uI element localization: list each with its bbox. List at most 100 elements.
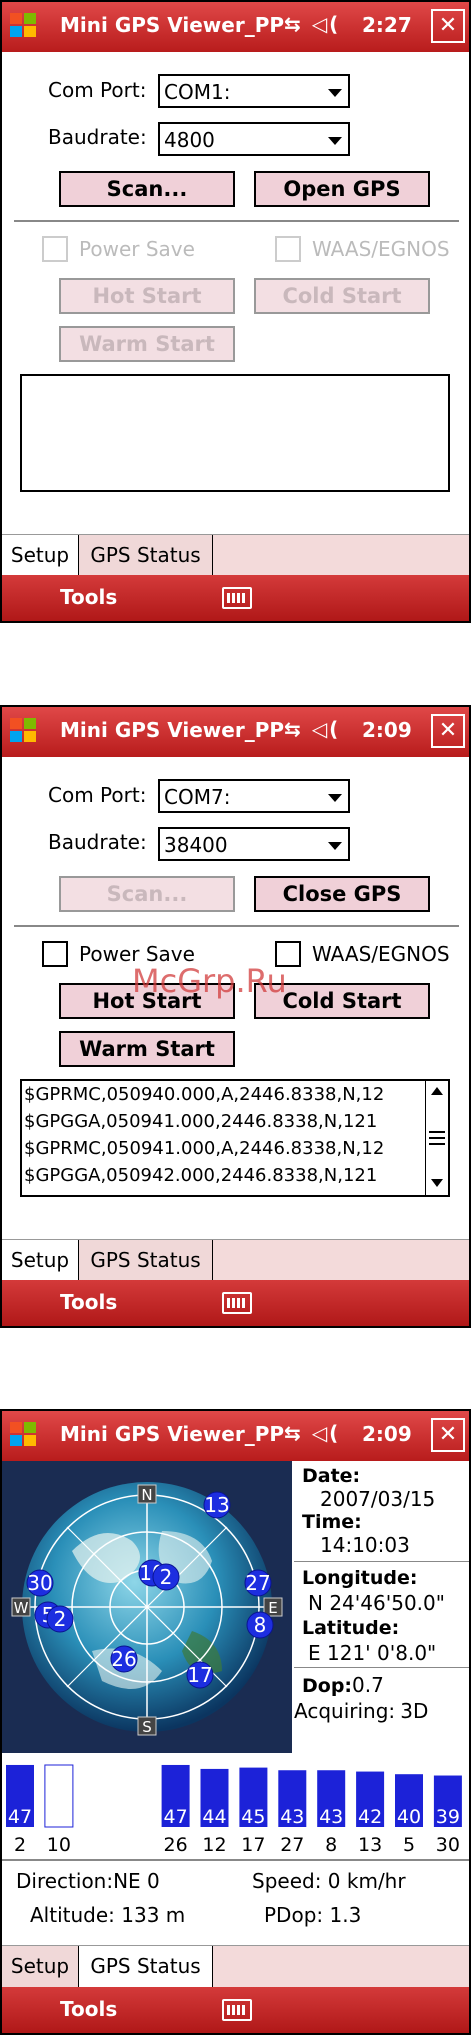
snr-prn-label: 30 [436, 1834, 460, 1856]
scrollbar-arrows-icon[interactable] [426, 1081, 448, 1195]
satellite-prn-label: 8 [254, 1613, 267, 1637]
tab-gps-status[interactable]: GPS Status [79, 535, 213, 577]
windows-start-icon[interactable] [8, 1419, 38, 1449]
log-scrollbar[interactable] [425, 1081, 448, 1195]
satellite-prn-label: 26 [111, 1647, 136, 1671]
baudrate-select[interactable]: 4800 [158, 122, 350, 156]
waas-egnos-checkbox[interactable] [275, 236, 301, 262]
snr-value-label: 47 [8, 1806, 32, 1828]
tools-menu[interactable]: Tools [60, 1997, 117, 2021]
snr-prn-label: 27 [280, 1834, 304, 1856]
close-icon[interactable]: ✕ [431, 1418, 465, 1452]
hot-start-button[interactable]: Hot Start [59, 278, 235, 314]
waas-egnos-label: WAAS/EGNOS [312, 237, 450, 261]
snr-prn-label: 13 [358, 1834, 382, 1856]
keyboard-icon[interactable] [222, 587, 252, 609]
tab-gps-status[interactable]: GPS Status [79, 1946, 213, 1988]
windows-start-icon[interactable] [8, 10, 38, 40]
chevron-down-icon[interactable] [328, 842, 342, 850]
time-label: Time: [302, 1511, 362, 1533]
longitude-value: N 24'46'50.0" [308, 1591, 445, 1615]
snr-prn-label: 17 [241, 1834, 265, 1856]
divider [294, 1561, 469, 1562]
close-gps-button[interactable]: Close GPS [254, 876, 430, 912]
chevron-down-icon[interactable] [328, 89, 342, 97]
nmea-log-box[interactable] [20, 374, 450, 492]
clock[interactable]: 2:09 [362, 1422, 412, 1446]
acquiring-label: Acquiring: [294, 1699, 396, 1723]
snr-value-label: 43 [319, 1806, 343, 1828]
snr-prn-label: 8 [325, 1834, 337, 1856]
snr-value-label: 40 [397, 1806, 421, 1828]
com-port-value: COM1: [164, 80, 231, 104]
speed-label: Speed: [252, 1869, 322, 1893]
close-icon[interactable]: ✕ [431, 9, 465, 43]
scan-button[interactable]: Scan... [59, 171, 235, 207]
date-label: Date: [302, 1465, 361, 1487]
nmea-log-box[interactable]: $GPRMC,050940.000,A,2446.8338,N,12 $GPGG… [20, 1079, 450, 1197]
keyboard-icon[interactable] [222, 1999, 252, 2021]
speed-value: 0 km/hr [327, 1869, 406, 1893]
tab-setup[interactable]: Setup [2, 535, 79, 577]
baudrate-select[interactable]: 38400 [158, 827, 350, 861]
tools-menu[interactable]: Tools [60, 1290, 117, 1314]
compass-w: W [11, 1597, 31, 1617]
sky-view: N S W E 1310230275282617 [2, 1461, 292, 1753]
date-value: 2007/03/15 [320, 1487, 436, 1511]
clock[interactable]: 2:27 [362, 13, 412, 37]
com-port-select[interactable]: COM7: [158, 779, 350, 813]
menu-bar: Tools [2, 1987, 469, 2033]
power-save-checkbox[interactable] [42, 941, 68, 967]
satellite-prn-label: 17 [187, 1663, 212, 1687]
direction-label: Direction: [16, 1869, 114, 1893]
altitude-row: Altitude: 133 m [30, 1903, 185, 1927]
direction-row: Direction:NE 0 [16, 1869, 160, 1893]
divider [2, 1859, 469, 1861]
open-gps-button[interactable]: Open GPS [254, 171, 430, 207]
com-port-select[interactable]: COM1: [158, 74, 350, 108]
snr-value-label: 47 [164, 1806, 188, 1828]
com-port-label: Com Port: [48, 783, 147, 807]
keyboard-icon[interactable] [222, 1292, 252, 1314]
chevron-down-icon[interactable] [328, 137, 342, 145]
clock[interactable]: 2:09 [362, 718, 412, 742]
satellite-snr-bars: 47 2 10 47 26 44 12 45 17 43 27 43 8 42 13 40 5 39 30 [2, 1757, 469, 1857]
svg-text:S: S [142, 1718, 152, 1736]
scan-button[interactable]: Scan... [59, 876, 235, 912]
sky-plot: N S W E 1310230275282617 [11, 1482, 283, 1736]
log-line: $GPGGA,050941.000,2446.8338,N,121 [24, 1111, 378, 1132]
satellite-prn-label: 2 [54, 1607, 67, 1631]
acquiring-value: 3D [400, 1699, 429, 1723]
screen-setup-connected: Mini GPS Viewer_PP ⇆ ◁( 2:09 ✕ Com Port:… [0, 705, 471, 1328]
tab-setup[interactable]: Setup [2, 1946, 79, 1988]
satellite-prn-label: 27 [245, 1571, 270, 1595]
satellite-prn-label: 13 [204, 1493, 229, 1517]
power-save-checkbox[interactable] [42, 236, 68, 262]
log-line: $GPRMC,050940.000,A,2446.8338,N,12 [24, 1084, 385, 1105]
svg-text:N: N [141, 1486, 152, 1504]
connectivity-volume-icons[interactable]: ⇆ ◁( [284, 1421, 340, 1445]
tab-setup[interactable]: Setup [2, 1240, 79, 1282]
connectivity-volume-icons[interactable]: ⇆ ◁( [284, 12, 340, 36]
title-bar: Mini GPS Viewer_PP ⇆ ◁( 2:09 ✕ [2, 707, 469, 757]
title-bar: Mini GPS Viewer_PP ⇆ ◁( 2:09 ✕ [2, 1411, 469, 1461]
tools-menu[interactable]: Tools [60, 585, 117, 609]
pdop-label: PDop: [264, 1903, 324, 1927]
baudrate-label: Baudrate: [48, 125, 147, 149]
baudrate-value: 4800 [164, 128, 215, 152]
warm-start-button[interactable]: Warm Start [59, 326, 235, 362]
log-line: $GPGGA,050942.000,2446.8338,N,121 [24, 1165, 378, 1186]
snr-value-label: 43 [280, 1806, 304, 1828]
warm-start-button[interactable]: Warm Start [59, 1031, 235, 1067]
screen-gps-status: Mini GPS Viewer_PP ⇆ ◁( 2:09 ✕ N S W E 1… [0, 1409, 471, 2035]
snr-value-label: 42 [358, 1806, 382, 1828]
connectivity-volume-icons[interactable]: ⇆ ◁( [284, 717, 340, 741]
cold-start-button[interactable]: Cold Start [254, 278, 430, 314]
snr-prn-label: 5 [403, 1834, 415, 1856]
snr-prn-label: 12 [202, 1834, 226, 1856]
chevron-down-icon[interactable] [328, 794, 342, 802]
direction-value: NE 0 [113, 1869, 160, 1893]
tab-gps-status[interactable]: GPS Status [79, 1240, 213, 1282]
windows-start-icon[interactable] [8, 715, 38, 745]
close-icon[interactable]: ✕ [431, 714, 465, 748]
